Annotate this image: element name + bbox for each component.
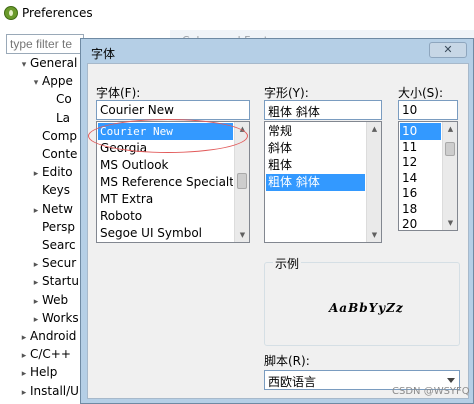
list-item[interactable]: Courier New: [98, 123, 233, 140]
list-item[interactable]: 粗体: [266, 157, 365, 174]
expand-icon[interactable]: ▸: [18, 351, 30, 361]
font-list[interactable]: Segoe UI Symbol Roboto MT Extra MS Referenc…: [96, 121, 250, 243]
expand-icon[interactable]: ▸: [30, 206, 42, 216]
tree-item-label: Startu: [42, 274, 79, 289]
sample-label: 示例: [273, 255, 302, 272]
tree-item-label: Searc: [42, 238, 76, 252]
list-item[interactable]: Roboto: [98, 208, 233, 225]
list-item[interactable]: 14: [400, 170, 441, 187]
style-list-scrollbar[interactable]: ▲ ▼: [366, 122, 381, 242]
title-bar: Preferences: [0, 0, 474, 30]
dialog-title: 字体: [91, 47, 116, 61]
list-item[interactable]: MS Outlook: [98, 157, 233, 174]
chevron-down-icon: [447, 378, 455, 383]
font-label: 字体(F):: [96, 86, 141, 100]
list-item[interactable]: 粗体 斜体: [266, 174, 365, 191]
tree-item-label: General: [30, 56, 78, 70]
list-item[interactable]: Georgia: [98, 140, 233, 157]
tree-item-label: Edito: [42, 165, 73, 180]
tree-item-label: Web: [42, 292, 69, 307]
tree-item-label: Comp: [42, 128, 78, 143]
list-item[interactable]: Segoe UI Symbol: [98, 225, 233, 242]
scroll-thumb[interactable]: [445, 142, 455, 156]
sample-group: 示例 AaBbYyZz: [264, 255, 460, 346]
expand-icon[interactable]: ▸: [30, 297, 42, 307]
scroll-down-icon[interactable]: ▼: [443, 216, 457, 230]
font-dialog: 字体 ✕ 字体(F): Courier New Segoe UI Symbol R…: [80, 38, 474, 404]
tree-item-label: Works: [42, 310, 79, 325]
tree-item-label: Secur: [42, 256, 77, 271]
list-item[interactable]: 11: [400, 139, 441, 156]
font-list-scrollbar[interactable]: ▲ ▼: [234, 122, 249, 242]
preferences-tree: ▾ General ▾ Appe Co La Comp Conte ▸ Edito Keys ▸ Net…: [0, 56, 84, 404]
expand-icon[interactable]: ▸: [18, 369, 30, 379]
tree-item-label: La: [56, 110, 71, 125]
sample-text: AaBbYyZz: [329, 301, 404, 315]
script-value: 西欧语言: [268, 375, 317, 389]
size-input[interactable]: 10: [398, 100, 458, 120]
size-list[interactable]: 20 18 16 14 12 11 10 ▲ ▼: [398, 121, 458, 231]
scroll-down-icon[interactable]: ▼: [235, 228, 249, 242]
list-item[interactable]: 18: [400, 201, 441, 218]
style-list[interactable]: 粗体 斜体 粗体 斜体 常规 ▲ ▼: [264, 121, 382, 243]
expand-icon[interactable]: ▸: [18, 388, 30, 398]
dialog-body: 字体(F): Courier New Segoe UI Symbol Roboto…: [87, 63, 469, 399]
expand-icon[interactable]: ▸: [30, 315, 42, 325]
tree-item-label: Persp: [42, 219, 75, 234]
tree-item-label: Install/U: [30, 383, 79, 398]
tree-item-label: Appe: [42, 74, 73, 89]
font-name-input[interactable]: Courier New: [96, 100, 250, 120]
size-list-scrollbar[interactable]: ▲ ▼: [442, 122, 457, 230]
scroll-thumb[interactable]: [237, 173, 247, 189]
tree-item-label: Help: [30, 365, 58, 380]
tree-item-label: Android: [30, 329, 77, 343]
scroll-up-icon[interactable]: ▲: [235, 122, 249, 136]
expand-icon[interactable]: ▸: [30, 260, 42, 270]
style-input[interactable]: 粗体 斜体: [264, 100, 382, 120]
list-item[interactable]: 常规: [266, 123, 365, 140]
tree-item-label: Netw: [42, 201, 73, 216]
collapse-icon[interactable]: ▾: [18, 60, 30, 70]
scroll-down-icon[interactable]: ▼: [367, 228, 381, 242]
list-item[interactable]: MT Extra: [98, 191, 233, 208]
script-label: 脚本(R):: [264, 354, 310, 368]
expand-icon[interactable]: ▸: [18, 333, 30, 343]
tree-item-label: Co: [56, 92, 72, 107]
tree-item-label: Keys: [42, 183, 71, 198]
tree-item-label: Conte: [42, 147, 78, 161]
filter-input[interactable]: [6, 34, 84, 54]
scroll-up-icon[interactable]: ▲: [443, 122, 457, 136]
style-label: 字形(Y):: [264, 86, 309, 100]
list-item[interactable]: 12: [400, 154, 441, 171]
list-item[interactable]: 10: [400, 123, 441, 140]
list-item[interactable]: MS Reference Specialt: [98, 174, 233, 191]
watermark: CSDN @WSYFQ: [392, 386, 470, 397]
close-button[interactable]: ✕: [429, 42, 467, 58]
scroll-up-icon[interactable]: ▲: [367, 122, 381, 136]
list-item[interactable]: 斜体: [266, 140, 365, 157]
size-label: 大小(S):: [398, 86, 444, 100]
window-title: Preferences: [22, 6, 93, 20]
collapse-icon[interactable]: ▾: [30, 78, 42, 88]
eclipse-app-icon: [4, 6, 18, 20]
expand-icon[interactable]: ▸: [30, 169, 42, 179]
list-item[interactable]: 20: [400, 216, 441, 230]
list-item[interactable]: 16: [400, 185, 441, 202]
tree-item-label: C/C++: [30, 347, 71, 362]
expand-icon[interactable]: ▸: [30, 278, 42, 288]
